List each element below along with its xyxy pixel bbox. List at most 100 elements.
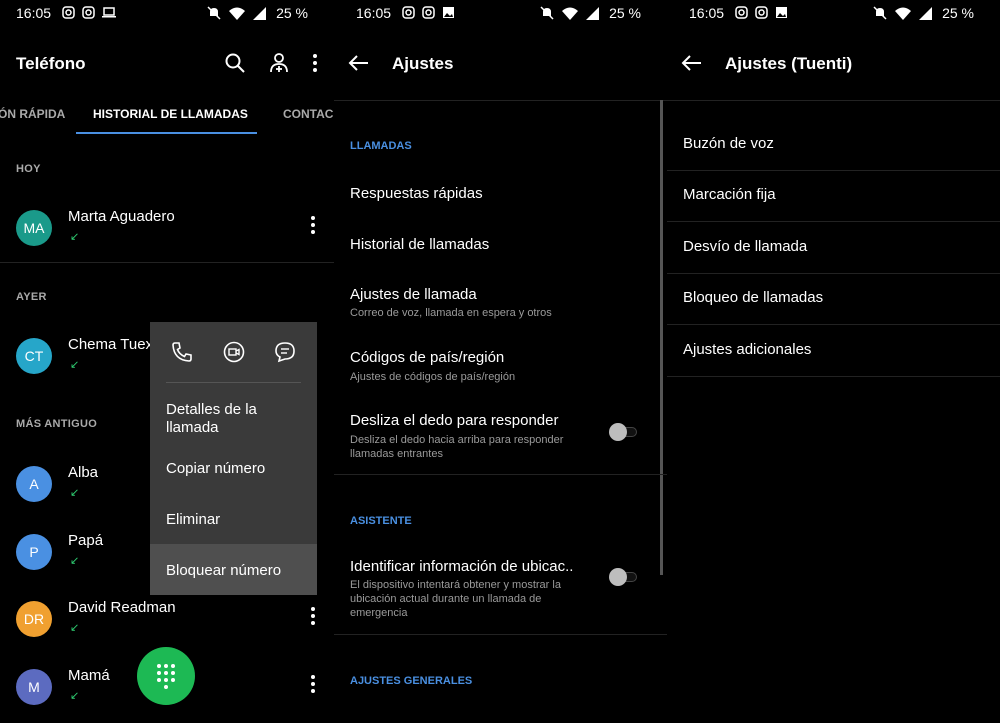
incoming-call-icon: ↙ [70, 487, 80, 499]
swipe-to-answer-toggle[interactable] [609, 422, 639, 442]
menu-item-copy-number[interactable]: Copiar número [166, 460, 306, 478]
divider [0, 262, 334, 263]
section-header-today: HOY [16, 163, 41, 175]
menu-item-delete[interactable]: Eliminar [166, 511, 306, 529]
incoming-call-icon: ↙ [70, 231, 80, 243]
video-call-icon[interactable] [222, 340, 246, 364]
status-time: 16:05 [16, 5, 52, 21]
image-icon [775, 6, 789, 20]
setting-label: Desvío de llamada [683, 238, 808, 255]
section-header-yesterday: AYER [16, 291, 47, 303]
setting-location-info[interactable]: Identificar información de ubicac.. [350, 558, 573, 575]
dialpad-icon [157, 663, 175, 689]
call-list-item[interactable]: MA Marta Aguadero ↙ [0, 198, 334, 258]
setting-quick-responses[interactable]: Respuestas rápidas [350, 185, 483, 202]
more-options-icon[interactable] [312, 52, 318, 74]
tab-call-history[interactable]: HISTORIAL DE LLAMADAS [93, 107, 248, 121]
status-time: 16:05 [689, 5, 725, 21]
phone-icon[interactable] [170, 340, 194, 364]
setting-voicemail[interactable]: Buzón de voz [667, 119, 1000, 171]
instagram-icon [422, 6, 436, 20]
carrier-settings-screen: 16:05 25 % Ajustes (Tuenti) Buzón de voz… [667, 0, 1000, 723]
avatar: A [16, 466, 52, 502]
avatar: CT [16, 338, 52, 374]
incoming-call-icon: ↙ [70, 359, 80, 371]
contact-name: Alba [68, 464, 99, 481]
back-arrow-icon[interactable] [681, 52, 703, 74]
search-icon[interactable] [224, 52, 246, 74]
tab-indicator [76, 132, 257, 134]
wifi-icon [229, 7, 246, 20]
incoming-call-icon: ↙ [70, 555, 80, 567]
setting-subtitle: El dispositivo intentará obtener y mostr… [350, 579, 561, 619]
back-arrow-icon[interactable] [348, 52, 370, 74]
status-bar: 16:05 25 % [0, 0, 334, 26]
more-options-icon[interactable] [310, 216, 316, 236]
mute-icon [873, 6, 887, 20]
tab-contacts[interactable]: CONTAC [283, 107, 333, 121]
setting-additional[interactable]: Ajustes adicionales [667, 325, 1000, 377]
status-bar: 16:05 25 % [334, 0, 667, 26]
call-list-item[interactable]: DR David Readman ↙ [0, 589, 334, 649]
wifi-icon [562, 7, 579, 20]
divider [166, 382, 301, 383]
instagram-icon [62, 6, 76, 20]
more-options-icon[interactable] [310, 607, 316, 627]
laptop-icon [102, 6, 116, 20]
battery-level: 25 % [276, 5, 308, 21]
add-contact-icon[interactable] [268, 52, 290, 74]
phone-screen: 16:05 25 % Teléfono ÓN RÁPIDA HISTORIAL … [0, 0, 334, 723]
battery-level: 25 % [609, 5, 641, 21]
call-context-menu: Detalles de la llamada Copiar número Eli… [150, 322, 317, 595]
wifi-icon [895, 7, 912, 20]
divider [667, 100, 1000, 101]
setting-subtitle: Correo de voz, llamada en espera y otros [350, 307, 552, 319]
mute-icon [207, 6, 221, 20]
setting-fixed-dialing[interactable]: Marcación fija [667, 170, 1000, 222]
signal-icon [586, 6, 600, 20]
category-general: AJUSTES GENERALES [350, 675, 473, 687]
instagram-icon [755, 6, 769, 20]
avatar: P [16, 534, 52, 570]
divider [334, 474, 667, 475]
page-title: Ajustes [392, 54, 454, 73]
signal-icon [253, 6, 267, 20]
setting-call-settings[interactable]: Ajustes de llamada [350, 286, 477, 303]
avatar: M [16, 669, 52, 705]
menu-item-call-details[interactable]: Detalles de la llamada [166, 401, 306, 437]
setting-country-codes[interactable]: Códigos de país/región [350, 349, 504, 366]
message-icon[interactable] [273, 340, 297, 364]
avatar: DR [16, 601, 52, 637]
contact-name: Mamá [68, 667, 110, 684]
setting-swipe-to-answer[interactable]: Desliza el dedo para responder [350, 412, 558, 429]
section-header-older: MÁS ANTIGUO [16, 418, 98, 430]
setting-call-history[interactable]: Historial de llamadas [350, 236, 489, 253]
setting-call-blocking[interactable]: Bloqueo de llamadas [667, 273, 1000, 325]
contact-name: Marta Aguadero [68, 208, 175, 225]
incoming-call-icon: ↙ [70, 690, 80, 702]
scrollbar[interactable] [660, 100, 663, 575]
category-assistant: ASISTENTE [350, 515, 412, 527]
setting-call-forwarding[interactable]: Desvío de llamada [667, 222, 1000, 274]
setting-subtitle: Desliza el dedo hacia arriba para respon… [350, 434, 564, 460]
contact-name: David Readman [68, 599, 176, 616]
menu-item-block-number[interactable]: Bloquear número [166, 562, 306, 580]
signal-icon [919, 6, 933, 20]
mute-icon [540, 6, 554, 20]
divider [334, 100, 667, 101]
setting-subtitle: Ajustes de códigos de país/región [350, 371, 516, 383]
tab-speed-dial[interactable]: ÓN RÁPIDA [0, 107, 65, 121]
setting-label: Marcación fija [683, 186, 776, 203]
status-time: 16:05 [356, 5, 392, 21]
more-options-icon[interactable] [310, 675, 316, 695]
contact-name: Papá [68, 532, 104, 549]
contact-name: Chema Tuex [68, 336, 154, 353]
incoming-call-icon: ↙ [70, 622, 80, 634]
avatar: MA [16, 210, 52, 246]
page-title: Ajustes (Tuenti) [725, 54, 853, 73]
instagram-icon [735, 6, 749, 20]
setting-label: Buzón de voz [683, 135, 774, 152]
dialpad-button[interactable] [137, 647, 195, 705]
setting-label: Bloqueo de llamadas [683, 289, 824, 306]
location-info-toggle[interactable] [609, 567, 639, 587]
